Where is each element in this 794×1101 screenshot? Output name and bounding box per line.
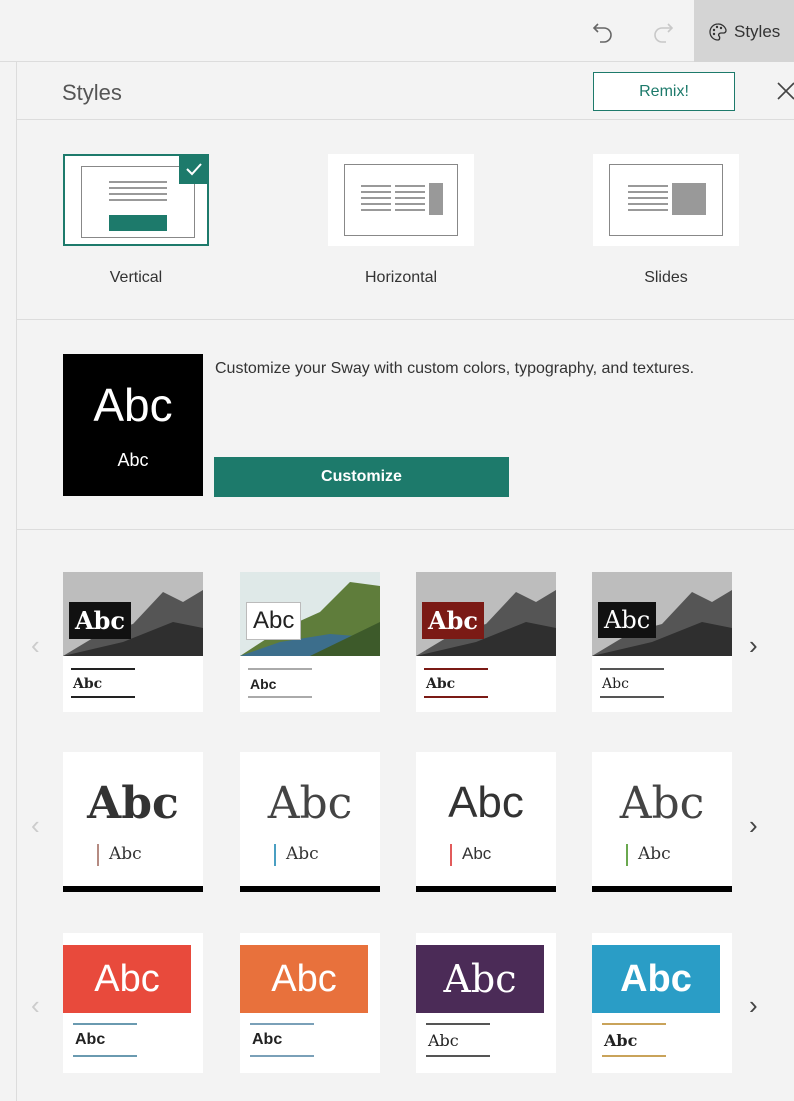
style-card-subtitle: Abc xyxy=(286,844,319,864)
style-card-bottom-rule xyxy=(240,886,380,892)
style-card-subtitle: Abc xyxy=(252,1031,283,1048)
chevron-left-icon[interactable]: ‹ xyxy=(31,990,40,1021)
undo-icon[interactable] xyxy=(588,18,618,48)
checkmark-icon xyxy=(179,154,209,184)
style-card[interactable]: Abc Abc xyxy=(416,572,556,712)
style-card-subtitle: Abc xyxy=(638,844,671,864)
chevron-left-icon[interactable]: ‹ xyxy=(31,810,40,841)
style-card-title: Abc xyxy=(246,602,302,640)
chevron-right-icon[interactable]: › xyxy=(749,630,758,661)
style-card-line xyxy=(426,1023,490,1025)
customize-preview-card: Abc Abc xyxy=(63,354,203,496)
style-card-title: Abc xyxy=(240,945,368,1013)
style-card[interactable]: Abc Abc xyxy=(240,752,380,892)
redo-icon[interactable] xyxy=(648,18,678,48)
style-card[interactable]: Abc Abc xyxy=(63,933,203,1073)
style-card-bottom-rule xyxy=(592,886,732,892)
style-card-line xyxy=(71,696,135,698)
style-card-title: Abc xyxy=(619,778,705,829)
style-card-title: Abc xyxy=(63,945,191,1013)
styles-tab-label: Styles xyxy=(734,22,781,41)
style-card-subtitle: Abc xyxy=(426,676,456,692)
close-icon[interactable] xyxy=(775,80,794,102)
style-card-subtitle: Abc xyxy=(250,676,277,692)
style-card[interactable]: Abc Abc xyxy=(63,572,203,712)
style-card-line xyxy=(250,1023,314,1025)
style-card-line xyxy=(248,668,312,670)
style-card-title: Abc xyxy=(416,945,544,1013)
customize-description: Customize your Sway with custom colors, … xyxy=(215,360,695,377)
preview-big-text: Abc xyxy=(93,379,173,431)
style-card[interactable]: Abc Abc xyxy=(63,752,203,892)
layout-vertical-preview xyxy=(81,166,195,238)
layout-vertical-label: Vertical xyxy=(109,269,163,286)
style-card-subtitle: Abc xyxy=(75,1031,106,1048)
chevron-left-icon[interactable]: ‹ xyxy=(31,630,40,661)
style-card-title: Abc xyxy=(592,945,720,1013)
layout-horizontal-label: Horizontal xyxy=(364,269,438,286)
style-card-subtitle: Abc xyxy=(462,844,492,863)
layout-slides-preview xyxy=(609,164,723,236)
style-card[interactable]: Abc Abc xyxy=(416,752,556,892)
styles-panel: Styles Remix! Vertical Horizontal Slides… xyxy=(16,62,794,1101)
preview-small-text: Abc xyxy=(117,450,149,470)
style-card[interactable]: Abc Abc xyxy=(240,933,380,1073)
style-card-subtitle: Abc xyxy=(109,844,142,864)
divider xyxy=(17,119,794,120)
style-card-subtitle: Abc xyxy=(428,1031,459,1050)
style-card[interactable]: Abc Abc xyxy=(592,752,732,892)
style-card-line xyxy=(73,1055,137,1057)
style-card-title: Abc xyxy=(267,778,353,829)
style-card-line xyxy=(248,696,312,698)
layout-slides-label: Slides xyxy=(644,269,688,286)
style-card-line xyxy=(600,668,664,670)
style-card-bar xyxy=(626,844,628,866)
style-card-bottom-rule xyxy=(416,886,556,892)
style-card[interactable]: Abc Abc xyxy=(592,933,732,1073)
style-card-line xyxy=(424,668,488,670)
style-card-title: Abc xyxy=(87,778,179,829)
style-card-line xyxy=(600,696,664,698)
chevron-right-icon[interactable]: › xyxy=(749,990,758,1021)
divider xyxy=(17,529,794,530)
style-card[interactable]: Abc Abc xyxy=(416,933,556,1073)
style-card-line xyxy=(602,1023,666,1025)
style-card[interactable]: Abc Abc xyxy=(592,572,732,712)
style-card-line xyxy=(73,1023,137,1025)
styles-tab-button[interactable]: Styles xyxy=(694,0,794,62)
divider xyxy=(17,319,794,320)
style-card-bar xyxy=(97,844,99,866)
style-card-line xyxy=(602,1055,666,1057)
remix-button[interactable]: Remix! xyxy=(593,72,735,111)
style-card-subtitle: Abc xyxy=(602,676,629,692)
style-card-bar xyxy=(274,844,276,866)
style-card-title: Abc xyxy=(422,602,485,639)
layout-slides[interactable] xyxy=(593,154,739,246)
style-card[interactable]: Abc Abc xyxy=(240,572,380,712)
style-card-line xyxy=(250,1055,314,1057)
style-card-subtitle: Abc xyxy=(604,1031,638,1050)
panel-title: Styles xyxy=(62,80,122,105)
customize-button[interactable]: Customize xyxy=(214,457,509,497)
palette-icon xyxy=(708,22,728,42)
style-card-title: Abc xyxy=(598,602,657,638)
style-card-line xyxy=(426,1055,490,1057)
chevron-right-icon[interactable]: › xyxy=(749,810,758,841)
style-card-bar xyxy=(450,844,452,866)
style-card-title: Abc xyxy=(448,778,524,827)
style-card-line xyxy=(71,668,135,670)
style-card-line xyxy=(424,696,488,698)
layout-vertical[interactable] xyxy=(63,154,209,246)
style-card-bottom-rule xyxy=(63,886,203,892)
layout-horizontal-preview xyxy=(344,164,458,236)
layout-horizontal[interactable] xyxy=(328,154,474,246)
style-card-title: Abc xyxy=(69,602,132,639)
style-card-subtitle: Abc xyxy=(73,676,103,692)
top-toolbar: Styles xyxy=(0,0,794,62)
